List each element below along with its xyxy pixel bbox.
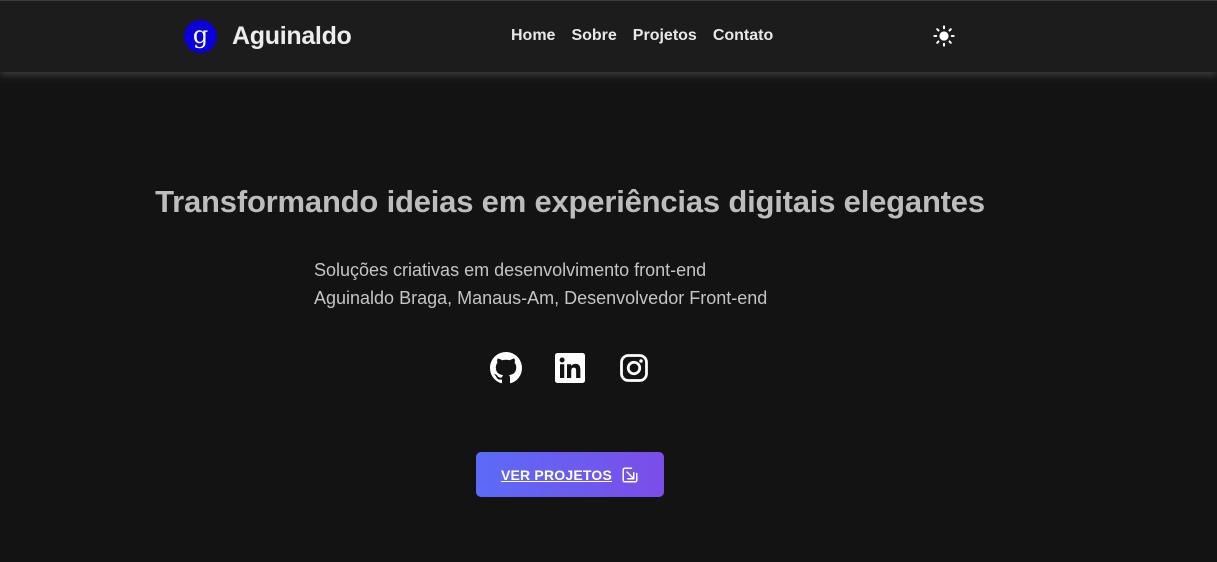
instagram-link[interactable] (617, 351, 651, 385)
nav-home[interactable]: Home (511, 27, 555, 45)
github-link[interactable] (489, 351, 523, 385)
social-links (489, 351, 681, 385)
hero-subtitle-line1: Soluções criativas em desenvolvimento fr… (314, 260, 707, 280)
github-icon (490, 352, 522, 384)
arrow-down-right-icon (621, 466, 639, 484)
nav-contato[interactable]: Contato (713, 27, 773, 45)
main-nav: Home Sobre Projetos Contato (511, 27, 789, 45)
navbar: g Aguinaldo Home Sobre Projetos Contato (0, 0, 1217, 72)
nav-sobre[interactable]: Sobre (571, 27, 616, 45)
instagram-icon (620, 354, 648, 382)
hero-title: Transformando ideias em experiências dig… (155, 184, 985, 219)
brand-name: Aguinaldo (232, 22, 352, 50)
hero-subtitle-line2: Aguinaldo Braga, Manaus-Am, Desenvolvedo… (314, 288, 768, 308)
linkedin-icon (555, 353, 585, 383)
sun-icon (933, 25, 955, 47)
ver-projetos-button[interactable]: VER PROJETOS (476, 452, 664, 497)
linkedin-link[interactable] (553, 351, 587, 385)
hero-subtitle: Soluções criativas em desenvolvimento fr… (314, 256, 767, 312)
cta-label: VER PROJETOS (500, 466, 613, 483)
brand-link[interactable]: g Aguinaldo (184, 20, 352, 53)
nav-projetos[interactable]: Projetos (633, 27, 697, 45)
logo-icon: g (184, 20, 217, 53)
theme-toggle-button[interactable] (931, 23, 957, 49)
